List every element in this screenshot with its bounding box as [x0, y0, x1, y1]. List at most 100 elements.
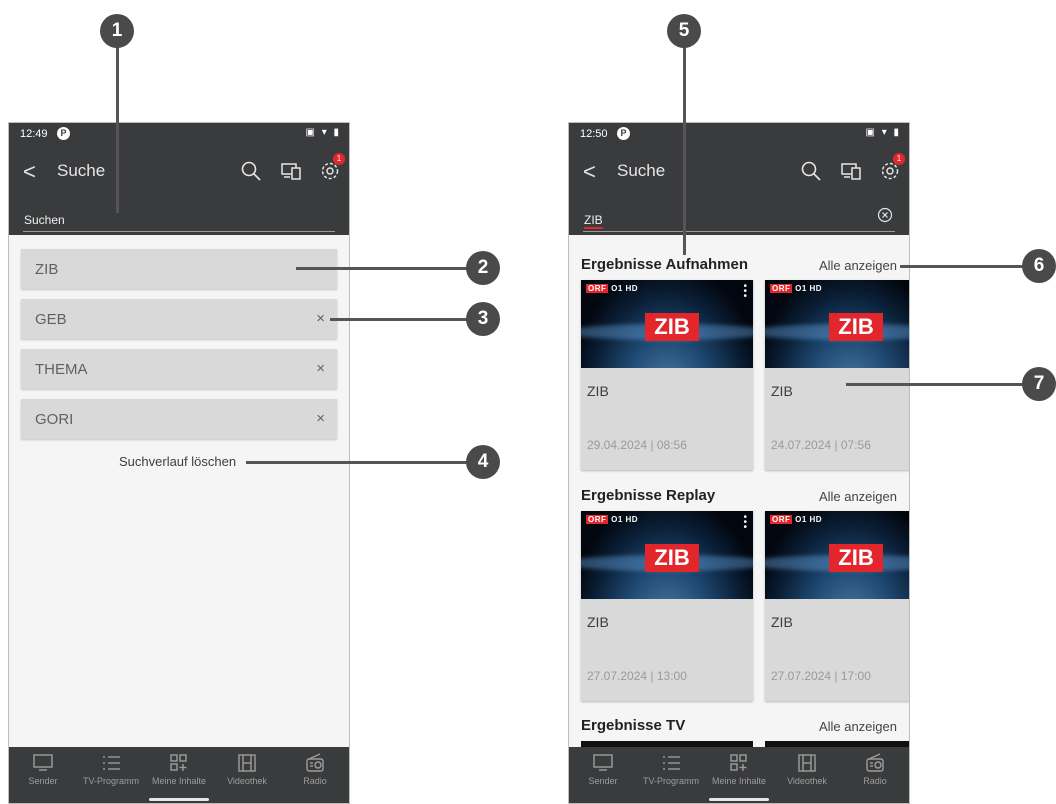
app-bar: < Suche 1 Suchen [9, 145, 349, 235]
history-item[interactable]: THEMA × [21, 349, 337, 389]
film-icon [238, 754, 256, 772]
radio-icon [866, 753, 884, 772]
nav-label: TV-Programm [642, 776, 699, 786]
search-input[interactable]: ZIB [584, 213, 603, 229]
nav-label: Radio [863, 776, 887, 786]
zib-logo: ZIB [829, 313, 883, 341]
nav-label: Videothek [787, 776, 827, 786]
card-date: 24.07.2024 | 07:56 [771, 438, 871, 452]
search-underline [23, 231, 335, 232]
history-item[interactable]: ZIB [21, 249, 337, 289]
nav-label: Radio [303, 776, 327, 786]
callout-5: 5 [667, 14, 701, 48]
callout-2: 2 [466, 251, 500, 285]
grid-plus-icon [170, 754, 187, 771]
search-screen-results: 12:50 P ▣ ▾ ▮ < Suche 1 ZIB Ergebnisse A… [568, 122, 910, 804]
remove-icon[interactable]: × [316, 410, 325, 427]
callout-6: 6 [1022, 249, 1056, 283]
devices-icon[interactable] [839, 159, 863, 183]
search-icon[interactable] [239, 159, 263, 183]
history-label: ZIB [35, 261, 59, 278]
thumbnail: ORF O1 HD ZIB [765, 511, 909, 599]
devices-icon[interactable] [279, 159, 303, 183]
history-item[interactable]: GEB × [21, 299, 337, 339]
app-bar: < Suche 1 ZIB [569, 145, 909, 235]
thumbnail: ORF O1 HD ZIB • • • [581, 511, 753, 599]
home-indicator [709, 798, 769, 801]
result-card[interactable]: ORF O1 HD ZIB • • • ZIB 29.04.2024 | 08:56 [581, 280, 753, 470]
callout-line [296, 267, 468, 270]
callout-line [900, 265, 1024, 268]
search-icon[interactable] [799, 159, 823, 183]
card-title: ZIB [587, 614, 609, 630]
notification-badge: 1 [893, 153, 905, 165]
nav-sender[interactable]: Sender [569, 753, 637, 786]
nav-videothek[interactable]: Videothek [773, 753, 841, 786]
result-card[interactable]: ORF O1 HD ZIB ZIB 24.07.2024 | 07:56 [765, 280, 909, 470]
result-card[interactable]: ORF O1 HD ZIB • • • ZIB 27.07.2024 | 13:00 [581, 511, 753, 701]
nav-label: Videothek [227, 776, 267, 786]
more-icon[interactable]: • • • [743, 513, 747, 533]
result-card[interactable]: ORF O1 HD ZIB ZIB 27.07.2024 | 17:00 [765, 511, 909, 701]
nav-tv-programm[interactable]: TV-Programm [77, 753, 145, 786]
history-label: GORI [35, 411, 74, 428]
status-icons: ▣ ▾ ▮ [305, 127, 341, 138]
nav-radio[interactable]: Radio [281, 753, 349, 786]
nav-label: Sender [28, 776, 58, 786]
nav-tv-programm[interactable]: TV-Programm [637, 753, 705, 786]
film-icon [798, 754, 816, 772]
show-all-link[interactable]: Alle anzeigen [819, 719, 897, 734]
nav-label: TV-Programm [82, 776, 139, 786]
history-item[interactable]: GORI × [21, 399, 337, 439]
callout-4: 4 [466, 445, 500, 479]
clear-search-icon[interactable] [877, 207, 893, 223]
tv-icon [593, 754, 613, 771]
zib-logo: ZIB [829, 544, 883, 572]
history-label: THEMA [35, 361, 88, 378]
back-icon[interactable]: < [23, 159, 36, 185]
bottom-nav: Sender TV-Programm Meine Inhalte Videoth… [9, 747, 349, 803]
list-icon [663, 756, 680, 770]
callout-7: 7 [1022, 367, 1056, 401]
remove-icon[interactable]: × [316, 310, 325, 327]
status-time: 12:50 [580, 128, 608, 140]
section-title-replay: Ergebnisse Replay [581, 487, 716, 504]
nav-label: Meine Inhalte [151, 776, 207, 786]
callout-line [330, 318, 468, 321]
nav-label: Sender [588, 776, 618, 786]
bottom-nav: Sender TV-Programm Meine Inhalte Videoth… [569, 747, 909, 803]
section-title-tv: Ergebnisse TV [581, 717, 686, 734]
thumbnail: ORF O1 HD ZIB • • • [581, 280, 753, 368]
show-all-link[interactable]: Alle anzeigen [819, 489, 897, 504]
notification-badge: 1 [333, 153, 345, 165]
radio-icon [306, 753, 324, 772]
nav-label: Meine Inhalte [711, 776, 767, 786]
nav-meine-inhalte[interactable]: Meine Inhalte [705, 753, 773, 786]
nav-radio[interactable]: Radio [841, 753, 909, 786]
grid-plus-icon [730, 754, 747, 771]
search-input[interactable]: Suchen [24, 213, 65, 227]
orf-logo: ORF O1 HD [586, 515, 639, 524]
p-icon: P [617, 127, 630, 140]
status-icons: ▣ ▾ ▮ [865, 127, 901, 138]
card-title: ZIB [771, 383, 793, 399]
show-all-link[interactable]: Alle anzeigen [819, 258, 897, 273]
search-query: ZIB [584, 213, 603, 229]
orf-logo: ORF O1 HD [770, 284, 823, 293]
clear-history-link[interactable]: Suchverlauf löschen [119, 454, 236, 469]
more-icon[interactable]: • • • [743, 282, 747, 302]
home-indicator [149, 798, 209, 801]
page-title: Suche [617, 161, 666, 180]
zib-logo: ZIB [645, 544, 699, 572]
back-icon[interactable]: < [583, 159, 596, 185]
nav-sender[interactable]: Sender [9, 753, 77, 786]
p-icon: P [57, 127, 70, 140]
nav-videothek[interactable]: Videothek [213, 753, 281, 786]
remove-icon[interactable]: × [316, 360, 325, 377]
zib-logo: ZIB [645, 313, 699, 341]
nav-meine-inhalte[interactable]: Meine Inhalte [145, 753, 213, 786]
page-title: Suche [57, 161, 106, 180]
search-underline [583, 231, 895, 232]
card-date: 27.07.2024 | 17:00 [771, 669, 871, 683]
thumbnail: ORF O1 HD ZIB [765, 280, 909, 368]
